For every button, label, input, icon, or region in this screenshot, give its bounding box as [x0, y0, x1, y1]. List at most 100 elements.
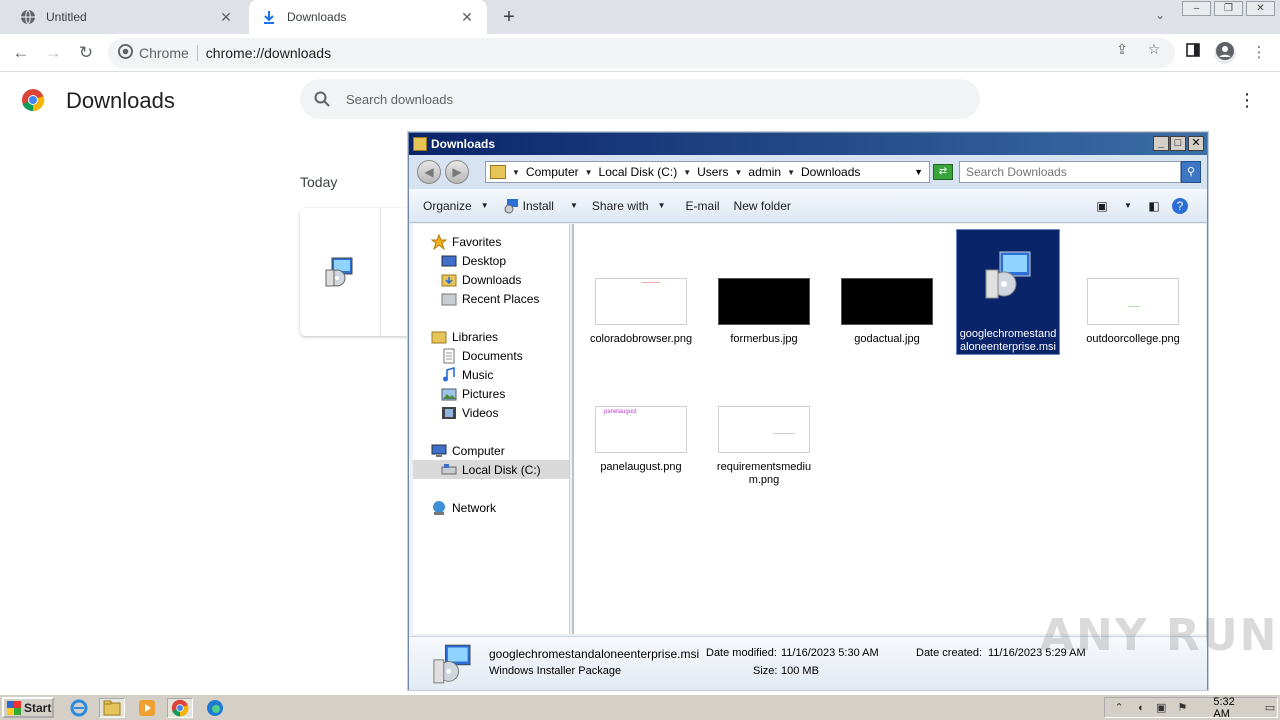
nav-desktop[interactable]: Desktop [441, 251, 506, 270]
email-button[interactable]: E-mail [686, 199, 720, 213]
restore-button[interactable]: ❐ [1214, 1, 1243, 16]
edge-icon[interactable] [204, 698, 226, 718]
chevron-down-icon[interactable]: ▼ [1119, 197, 1137, 215]
forward-arrow-icon[interactable]: → [42, 42, 64, 64]
downloads-search[interactable] [300, 79, 980, 119]
close-tab-icon[interactable]: ✕ [218, 9, 234, 25]
start-button[interactable]: Start [2, 697, 54, 718]
maximize-button[interactable]: □ [1170, 136, 1186, 151]
help-icon[interactable]: ? [1172, 198, 1188, 214]
search-icon [314, 91, 330, 107]
nav-videos[interactable]: Videos [441, 403, 498, 422]
new-tab-button[interactable]: + [498, 7, 520, 29]
close-tab-icon[interactable]: ✕ [459, 9, 475, 25]
tab-search-chevron-icon[interactable]: ⌄ [1150, 8, 1170, 26]
nav-pictures[interactable]: Pictures [441, 384, 505, 403]
address-bar[interactable]: Chrome chrome://downloads [108, 38, 1175, 68]
clock[interactable]: 5:32 AM [1213, 696, 1249, 720]
nav-recent-places[interactable]: Recent Places [441, 289, 539, 308]
file-item[interactable]: godactual.jpg [835, 278, 939, 346]
change-view-icon[interactable]: ▣ [1093, 197, 1111, 215]
forward-arrow-icon[interactable]: ▶ [445, 160, 469, 184]
nav-local-disk[interactable]: Local Disk (C:) [413, 460, 569, 479]
chrome-taskbar-icon[interactable] [167, 698, 193, 718]
details-file-type: Windows Installer Package [489, 665, 622, 677]
show-desktop-icon[interactable]: ▭ [1263, 701, 1277, 715]
breadcrumb-local-disk[interactable]: Local Disk (C:) [599, 165, 678, 179]
back-arrow-icon[interactable]: ← [10, 42, 32, 64]
tab-untitled[interactable]: Untitled ✕ [8, 0, 246, 34]
share-icon[interactable]: ⇪ [1113, 40, 1131, 58]
search-input[interactable] [966, 165, 1176, 179]
file-item[interactable]: panelaugust panelaugust.png [589, 406, 693, 474]
preview-pane-icon[interactable]: ◧ [1145, 197, 1163, 215]
nav-network[interactable]: Network [431, 498, 496, 517]
chrome-menu-icon[interactable]: ⋮ [1248, 42, 1270, 64]
more-actions-icon[interactable]: ⋮ [1238, 90, 1256, 110]
email-label: E-mail [685, 198, 720, 213]
size-label: Size: [753, 665, 778, 677]
file-explorer-icon[interactable] [99, 698, 125, 718]
file-item[interactable]: requirementsmedium.png [712, 406, 816, 487]
reload-icon[interactable]: ↻ [75, 42, 97, 64]
pane-divider[interactable] [572, 224, 574, 634]
action-center-flag-icon[interactable]: ⚑ [1175, 701, 1189, 715]
breadcrumb-users[interactable]: Users [697, 165, 728, 179]
search-input[interactable] [346, 91, 946, 107]
file-item[interactable]: outdoorcollege.png [1081, 278, 1185, 346]
breadcrumb-computer[interactable]: Computer [526, 165, 579, 179]
nav-computer[interactable]: Computer [431, 441, 505, 460]
date-group-heading: Today [300, 174, 338, 190]
explorer-search[interactable] [959, 161, 1181, 183]
internet-explorer-icon[interactable] [68, 698, 90, 718]
bookmark-star-icon[interactable]: ☆ [1145, 40, 1163, 58]
libraries-icon [431, 329, 447, 345]
breadcrumb-downloads[interactable]: Downloads [801, 165, 860, 179]
chevron-down-icon[interactable]: ▼ [787, 168, 795, 177]
refresh-icon[interactable]: ⇄ [933, 164, 953, 180]
new-folder-button[interactable]: New folder [734, 199, 791, 213]
file-item[interactable]: coloradobrowser.png [589, 278, 693, 346]
nav-libraries[interactable]: Libraries [431, 327, 498, 346]
breadcrumb-admin[interactable]: admin [748, 165, 781, 179]
pictures-icon [441, 386, 457, 402]
file-list: coloradobrowser.png formerbus.jpg godact… [572, 224, 1206, 634]
chrome-site-icon [118, 44, 133, 62]
tab-downloads[interactable]: Downloads ✕ [249, 0, 487, 34]
close-window-button[interactable]: ✕ [1246, 1, 1275, 16]
explorer-title-bar[interactable]: Downloads _ □ ✕ [409, 133, 1207, 155]
documents-icon [441, 348, 457, 364]
back-arrow-icon[interactable]: ◀ [417, 160, 441, 184]
breadcrumb[interactable]: ▼ Computer ▼ Local Disk (C:) ▼ Users ▼ a… [485, 161, 930, 183]
chevron-down-icon[interactable]: ▼ [585, 168, 593, 177]
nav-downloads[interactable]: Downloads [441, 270, 521, 289]
folder-icon [490, 165, 506, 179]
organize-button[interactable]: Organize ▼ [423, 199, 489, 213]
window-controls: – ❐ ✕ [1182, 1, 1278, 17]
history-dropdown-icon[interactable]: ▼ [914, 167, 923, 177]
file-item[interactable]: formerbus.jpg [712, 278, 816, 346]
share-with-button[interactable]: Share with ▼ [592, 199, 666, 213]
watermark-logo: ANY RUN [1040, 610, 1279, 661]
chevron-down-icon[interactable]: ▼ [512, 168, 520, 177]
file-name: coloradobrowser.png [589, 333, 693, 345]
network-status-icon[interactable]: ▣ [1154, 701, 1168, 715]
file-item-selected[interactable]: googlechromestandaloneenterprise.msi [956, 229, 1060, 355]
chevron-down-icon[interactable]: ▼ [734, 168, 742, 177]
minimize-button[interactable]: _ [1153, 136, 1169, 151]
install-button[interactable]: Install ▼ [503, 198, 578, 214]
minimize-button[interactable]: – [1182, 1, 1211, 16]
divider [380, 208, 381, 336]
search-icon[interactable]: ⚲ [1181, 161, 1201, 183]
chevron-down-icon: ▼ [657, 201, 666, 210]
chevron-down-icon[interactable]: ▼ [683, 168, 691, 177]
side-panel-icon[interactable] [1182, 42, 1204, 64]
volume-icon[interactable]: ◖ [1133, 701, 1147, 715]
nav-favorites[interactable]: Favorites [430, 232, 501, 251]
show-hidden-icons-icon[interactable]: ⌃ [1112, 701, 1126, 715]
nav-music[interactable]: Music [441, 365, 493, 384]
media-player-icon[interactable] [136, 698, 158, 718]
profile-avatar-icon[interactable] [1214, 42, 1236, 64]
nav-documents[interactable]: Documents [441, 346, 523, 365]
close-button[interactable]: ✕ [1188, 136, 1204, 151]
